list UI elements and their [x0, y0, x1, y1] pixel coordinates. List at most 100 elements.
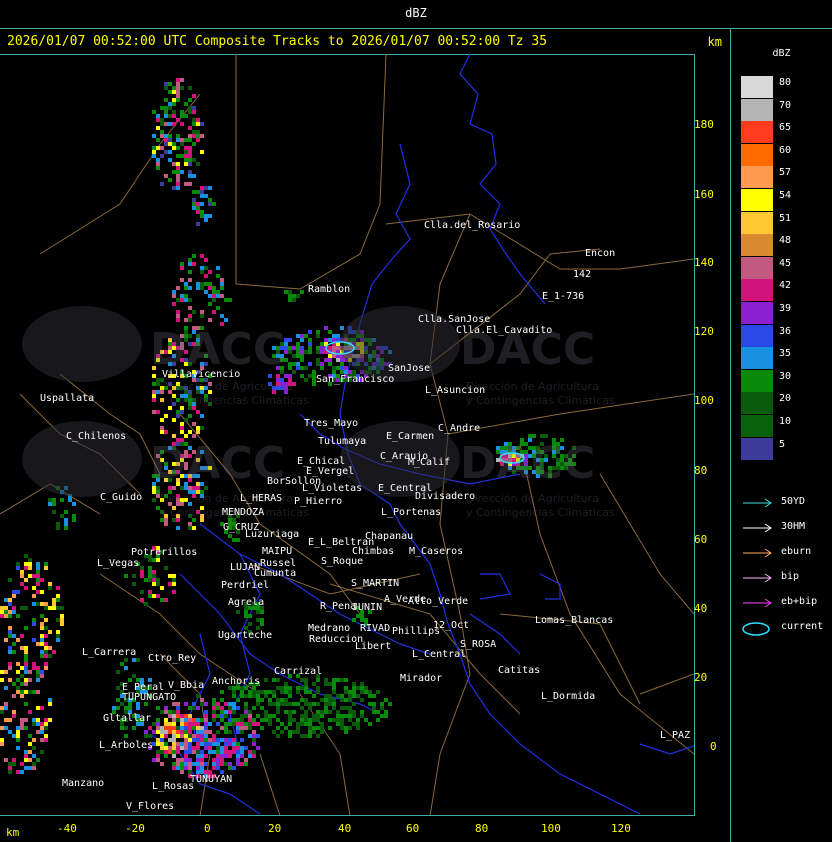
echo-pixel — [328, 346, 332, 350]
echo-pixel — [348, 718, 352, 722]
echo-pixel — [132, 658, 136, 662]
echo-pixel — [280, 702, 284, 706]
echo-pixel — [196, 430, 200, 434]
echo-pixel — [140, 566, 144, 570]
echo-pixel — [252, 694, 256, 698]
echo-pixel — [36, 758, 40, 762]
echo-pixel — [216, 702, 220, 706]
echo-pixel — [148, 566, 152, 570]
echo-pixel — [40, 738, 44, 742]
echo-pixel — [32, 754, 36, 758]
echo-pixel — [308, 690, 312, 694]
echo-pixel — [200, 702, 204, 706]
echo-pixel — [316, 686, 320, 690]
echo-pixel — [204, 738, 208, 742]
echo-pixel — [192, 706, 196, 710]
echo-pixel — [168, 710, 172, 714]
echo-pixel — [168, 142, 172, 146]
echo-pixel — [172, 122, 176, 126]
echo-pixel — [52, 602, 56, 606]
echo-pixel — [148, 570, 152, 574]
echo-pixel — [188, 126, 192, 130]
echo-pixel — [180, 262, 184, 266]
echo-pixel — [220, 718, 224, 722]
echo-pixel — [348, 714, 352, 718]
echo-pixel — [8, 578, 12, 582]
echo-pixel — [252, 690, 256, 694]
echo-pixel — [200, 718, 204, 722]
echo-pixel — [332, 366, 336, 370]
radar-map[interactable]: DACC Dirección de Agricultura y Continge… — [0, 54, 694, 816]
echo-pixel — [156, 126, 160, 130]
echo-pixel — [360, 686, 364, 690]
echo-pixel — [12, 606, 16, 610]
x-axis-unit: km — [6, 826, 20, 839]
echo-pixel — [196, 286, 200, 290]
echo-pixel — [228, 730, 232, 734]
echo-pixel — [32, 622, 36, 626]
echo-pixel — [200, 698, 204, 702]
echo-pixel — [196, 706, 200, 710]
echo-pixel — [56, 638, 60, 642]
echo-pixel — [272, 678, 276, 682]
echo-pixel — [196, 426, 200, 430]
echo-pixel — [124, 666, 128, 670]
echo-pixel — [220, 714, 224, 718]
echo-pixel — [172, 294, 176, 298]
echo-pixel — [168, 574, 172, 578]
echo-pixel — [204, 710, 208, 714]
echo-pixel — [160, 418, 164, 422]
echo-pixel — [24, 682, 28, 686]
echo-pixel — [160, 730, 164, 734]
echo-pixel — [0, 610, 4, 614]
legend-label-35: 35 — [779, 348, 792, 360]
echo-pixel — [160, 738, 164, 742]
place-label: 12_Oct — [433, 620, 469, 631]
echo-pixel — [40, 674, 44, 678]
echo-pixel — [176, 146, 180, 150]
echo-pixel — [184, 742, 188, 746]
echo-pixel — [304, 678, 308, 682]
echo-pixel — [152, 150, 156, 154]
place-label: Perdriel — [221, 580, 269, 591]
echo-pixel — [12, 642, 16, 646]
echo-pixel — [52, 598, 56, 602]
echo-pixel — [192, 190, 196, 194]
echo-pixel — [332, 718, 336, 722]
echo-pixel — [156, 146, 160, 150]
echo-pixel — [184, 754, 188, 758]
echo-pixel — [232, 738, 236, 742]
y-tick-140: 140 — [694, 256, 714, 269]
echo-pixel — [360, 614, 364, 618]
echo-pixel — [192, 750, 196, 754]
place-label: Ctro_Rey — [148, 653, 196, 664]
echo-pixel — [236, 698, 240, 702]
echo-pixel — [264, 694, 268, 698]
echo-pixel — [192, 174, 196, 178]
y-tick-60: 60 — [694, 533, 708, 546]
echo-pixel — [16, 638, 20, 642]
place-label: MENDOZA — [222, 507, 264, 518]
echo-pixel — [356, 614, 360, 618]
legend-track-current: current — [741, 621, 831, 636]
echo-pixel — [276, 706, 280, 710]
echo-pixel — [28, 562, 32, 566]
echo-pixel — [160, 134, 164, 138]
echo-pixel — [176, 98, 180, 102]
echo-pixel — [300, 358, 304, 362]
echo-pixel — [152, 382, 156, 386]
radar-map-canvas[interactable]: DACC Dirección de Agricultura y Continge… — [0, 54, 694, 816]
echo-pixel — [332, 690, 336, 694]
echo-pixel — [160, 118, 164, 122]
echo-pixel — [196, 722, 200, 726]
echo-pixel — [244, 758, 248, 762]
echo-pixel — [188, 726, 192, 730]
legend-swatch-30 — [741, 369, 773, 392]
echo-pixel — [124, 658, 128, 662]
echo-pixel — [156, 726, 160, 730]
echo-pixel — [360, 690, 364, 694]
echo-pixel — [52, 650, 56, 654]
echo-pixel — [120, 726, 124, 730]
place-label: Alto_Verde — [408, 596, 468, 607]
echo-pixel — [300, 734, 304, 738]
